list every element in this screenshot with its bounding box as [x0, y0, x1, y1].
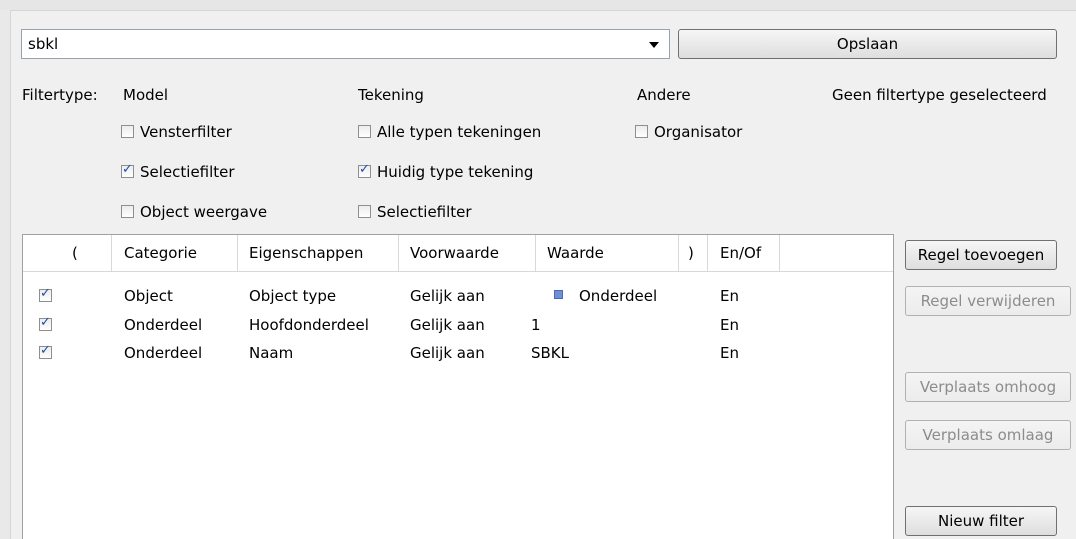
- option-selectiefilter-drawing-label: Selectiefilter: [377, 203, 472, 221]
- save-button[interactable]: Opslaan: [678, 29, 1057, 59]
- option-vensterfilter-label: Vensterfilter: [140, 123, 232, 141]
- filtertype-label: Filtertype:: [22, 86, 98, 104]
- cell-voorwaarde: Gelijk aan: [410, 316, 485, 334]
- part-icon: [554, 290, 563, 299]
- cell-eigenschappen: Naam: [249, 344, 294, 362]
- column-header-waarde[interactable]: Waarde: [547, 244, 604, 262]
- column-separator: [237, 235, 238, 271]
- column-separator: [678, 235, 679, 271]
- row-enabled-checkbox[interactable]: [39, 343, 52, 359]
- cell-waarde: SBKL: [531, 344, 570, 362]
- column-header-en-of[interactable]: En/Of: [720, 244, 761, 262]
- window-top-border: [0, 0, 1076, 11]
- group-other-label: Andere: [637, 86, 691, 104]
- checkbox-huidig-type-tekening[interactable]: [358, 162, 371, 178]
- cell-eigenschappen: Hoofdonderdeel: [249, 316, 369, 334]
- filtertype-status: Geen filtertype geselecteerd: [832, 86, 1047, 104]
- table-row[interactable]: Onderdeel Naam Gelijk aan SBKL En: [23, 342, 893, 366]
- column-separator: [707, 235, 708, 271]
- checkbox-vensterfilter[interactable]: [121, 125, 134, 138]
- cell-en-of: En: [720, 316, 739, 334]
- column-separator: [398, 235, 399, 271]
- column-header-voorwaarde[interactable]: Voorwaarde: [410, 244, 499, 262]
- checkbox-object-weergave[interactable]: [121, 205, 134, 218]
- cell-waarde: Onderdeel: [579, 287, 658, 305]
- cell-en-of: En: [720, 344, 739, 362]
- checkbox-alle-typen-tekeningen[interactable]: [358, 125, 371, 138]
- checkbox-selectiefilter-model[interactable]: [121, 162, 134, 178]
- table-row[interactable]: Object Object type Gelijk aan Onderdeel …: [23, 285, 893, 309]
- option-selectiefilter-model-label: Selectiefilter: [140, 163, 235, 181]
- table-row[interactable]: Onderdeel Hoofdonderdeel Gelijk aan 1 En: [23, 314, 893, 338]
- cell-eigenschappen: Object type: [249, 287, 337, 305]
- filter-name-value: sbkl: [28, 35, 59, 53]
- remove-rule-button[interactable]: Regel verwijderen: [905, 286, 1071, 316]
- column-header-open-paren[interactable]: (: [72, 244, 78, 262]
- checkbox-selectiefilter-drawing[interactable]: [358, 205, 371, 218]
- column-separator: [111, 235, 112, 271]
- option-alle-typen-tekeningen-label: Alle typen tekeningen: [377, 123, 542, 141]
- new-filter-button[interactable]: Nieuw filter: [905, 506, 1057, 536]
- cell-categorie: Onderdeel: [124, 316, 203, 334]
- column-header-close-paren[interactable]: ): [688, 244, 694, 262]
- option-organisator-label: Organisator: [654, 123, 743, 141]
- chevron-down-icon[interactable]: [649, 42, 659, 48]
- cell-voorwaarde: Gelijk aan: [410, 287, 485, 305]
- cell-voorwaarde: Gelijk aan: [410, 344, 485, 362]
- column-header-eigenschappen[interactable]: Eigenschappen: [249, 244, 363, 262]
- checkbox-organisator[interactable]: [635, 125, 648, 138]
- row-enabled-checkbox[interactable]: [39, 286, 52, 302]
- cell-categorie: Object: [124, 287, 173, 305]
- add-rule-button[interactable]: Regel toevoegen: [905, 240, 1057, 270]
- filter-rules-table[interactable]: ( Categorie Eigenschappen Voorwaarde Waa…: [22, 234, 894, 539]
- option-huidig-type-tekening-label: Huidig type tekening: [377, 163, 534, 181]
- group-drawing-label: Tekening: [358, 86, 424, 104]
- group-model-label: Model: [123, 86, 169, 104]
- filter-name-combobox[interactable]: sbkl: [21, 29, 670, 59]
- move-up-button[interactable]: Verplaats omhoog: [905, 372, 1071, 402]
- cell-waarde: 1: [531, 316, 541, 334]
- move-down-button[interactable]: Verplaats omlaag: [905, 420, 1071, 450]
- column-header-categorie[interactable]: Categorie: [124, 244, 197, 262]
- cell-en-of: En: [720, 287, 739, 305]
- option-object-weergave-label: Object weergave: [140, 203, 268, 221]
- row-enabled-checkbox[interactable]: [39, 315, 52, 331]
- column-separator: [535, 235, 536, 271]
- window-left-border: [0, 10, 11, 539]
- table-header: ( Categorie Eigenschappen Voorwaarde Waa…: [23, 235, 893, 272]
- cell-categorie: Onderdeel: [124, 344, 203, 362]
- column-separator: [779, 235, 780, 271]
